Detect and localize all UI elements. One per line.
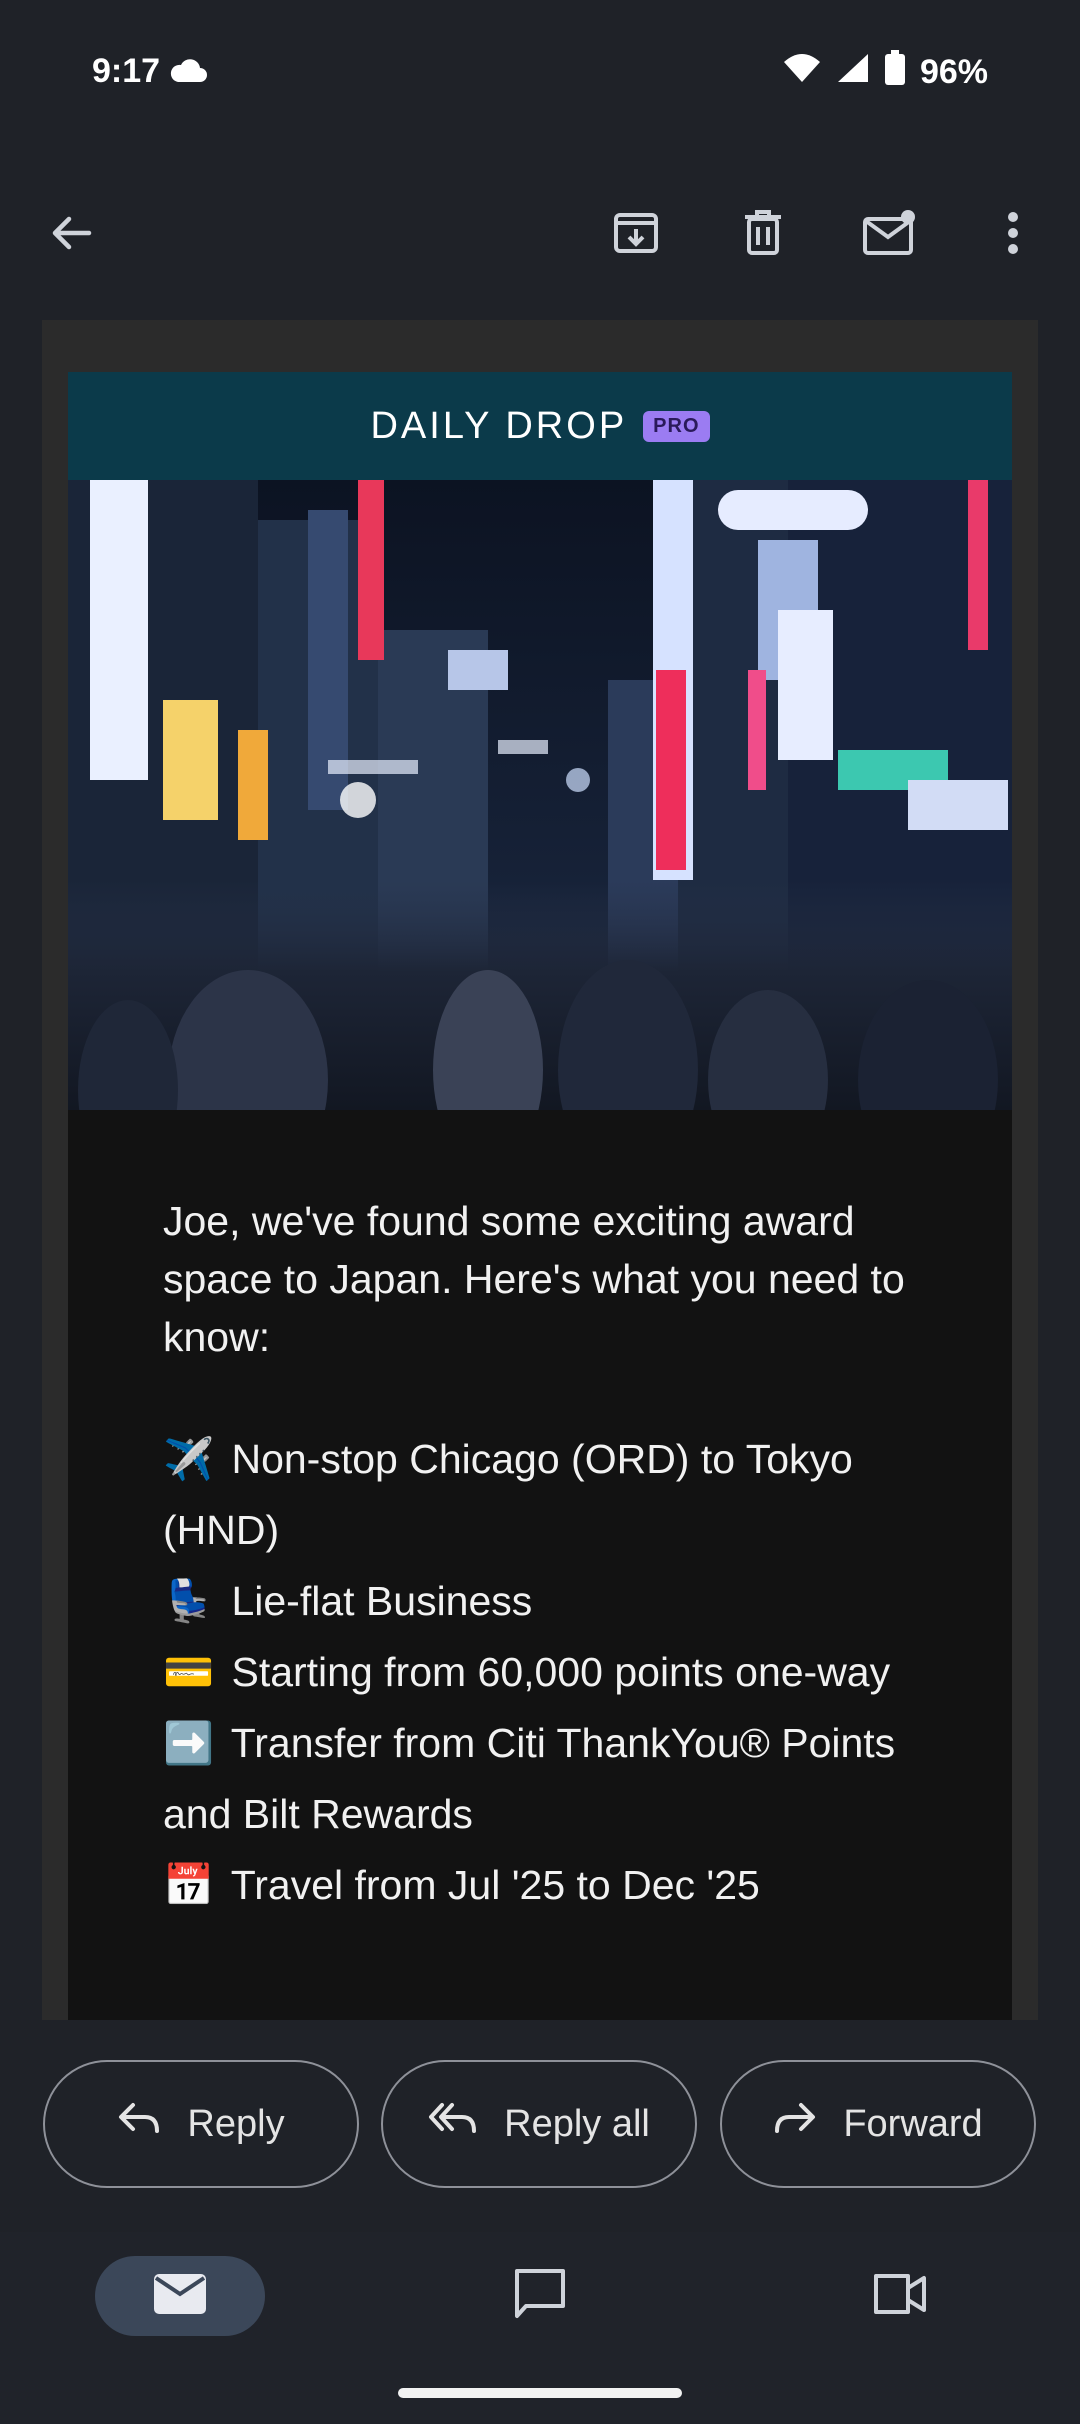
brand-logo: DAILY DROP (370, 404, 628, 447)
more-vert-icon (1005, 209, 1021, 262)
mail-unread-icon (862, 209, 918, 262)
archive-icon (612, 209, 660, 262)
email-intro-text: Joe, we've found some exciting award spa… (163, 1198, 905, 1360)
seat-icon: 💺 (163, 1577, 215, 1625)
email-body: DAILY DROP PRO Joe, we've found some exc… (68, 372, 1012, 2020)
forward-button[interactable]: Forward (720, 2060, 1036, 2188)
deal-details-list: ✈️ Non-stop Chicago (ORD) to Tokyo (HND)… (163, 1424, 933, 1921)
mark-unread-button[interactable] (855, 200, 925, 270)
airplane-icon: ✈️ (163, 1435, 215, 1483)
more-options-button[interactable] (978, 200, 1048, 270)
nav-mail[interactable] (95, 2256, 265, 2336)
status-time: 9:17 (92, 52, 161, 90)
newsletter-header: DAILY DROP PRO (68, 372, 1012, 480)
list-item-text: Non-stop Chicago (ORD) to Tokyo (HND) (163, 1436, 853, 1553)
forward-icon (773, 2101, 817, 2147)
chat-icon (512, 2266, 568, 2327)
list-item: 💳 Starting from 60,000 points one-way (163, 1637, 933, 1708)
arrow-left-icon (49, 211, 93, 260)
back-button[interactable] (36, 200, 106, 270)
forward-label: Forward (843, 2102, 983, 2145)
reply-label: Reply (187, 2102, 285, 2145)
reply-all-icon (428, 2101, 478, 2147)
list-item: ✈️ Non-stop Chicago (ORD) to Tokyo (HND) (163, 1424, 933, 1566)
nav-meet[interactable] (860, 2256, 940, 2336)
list-item: 📅 Travel from Jul '25 to Dec '25 (163, 1850, 933, 1921)
mail-icon (152, 2272, 208, 2321)
video-icon (870, 2270, 930, 2323)
hero-image-tokyo-street (68, 480, 1012, 1110)
archive-button[interactable] (601, 200, 671, 270)
wifi-icon (782, 52, 822, 93)
list-item-text: Starting from 60,000 points one-way (231, 1649, 891, 1695)
reply-all-label: Reply all (504, 2102, 650, 2145)
list-item: ➡️ Transfer from Citi ThankYou® Points a… (163, 1708, 933, 1850)
pro-badge: PRO (643, 410, 710, 442)
list-item-text: Travel from Jul '25 to Dec '25 (230, 1862, 760, 1908)
email-toolbar (0, 180, 1080, 290)
battery-icon (884, 50, 906, 95)
reply-button[interactable]: Reply (43, 2060, 359, 2188)
status-icons: 96% (782, 50, 988, 95)
list-item-text: Transfer from Citi ThankYou® Points and … (163, 1720, 896, 1837)
calendar-icon: 📅 (163, 1861, 215, 1909)
credit-card-icon: 💳 (163, 1648, 215, 1696)
signal-icon (836, 52, 870, 93)
reply-all-button[interactable]: Reply all (381, 2060, 697, 2188)
battery-percent: 96% (919, 53, 988, 91)
cloud-icon (168, 56, 208, 89)
delete-button[interactable] (728, 200, 798, 270)
list-item-text: Lie-flat Business (231, 1578, 533, 1624)
arrow-right-icon: ➡️ (163, 1719, 215, 1767)
nav-chat[interactable] (500, 2256, 580, 2336)
reply-icon (117, 2101, 161, 2147)
home-indicator[interactable] (398, 2388, 682, 2398)
status-bar: 9:17 96% (0, 0, 1080, 150)
list-item: 💺 Lie-flat Business (163, 1566, 933, 1637)
reply-actions: Reply Reply all Forward (0, 2060, 1080, 2190)
trash-icon (741, 209, 785, 262)
